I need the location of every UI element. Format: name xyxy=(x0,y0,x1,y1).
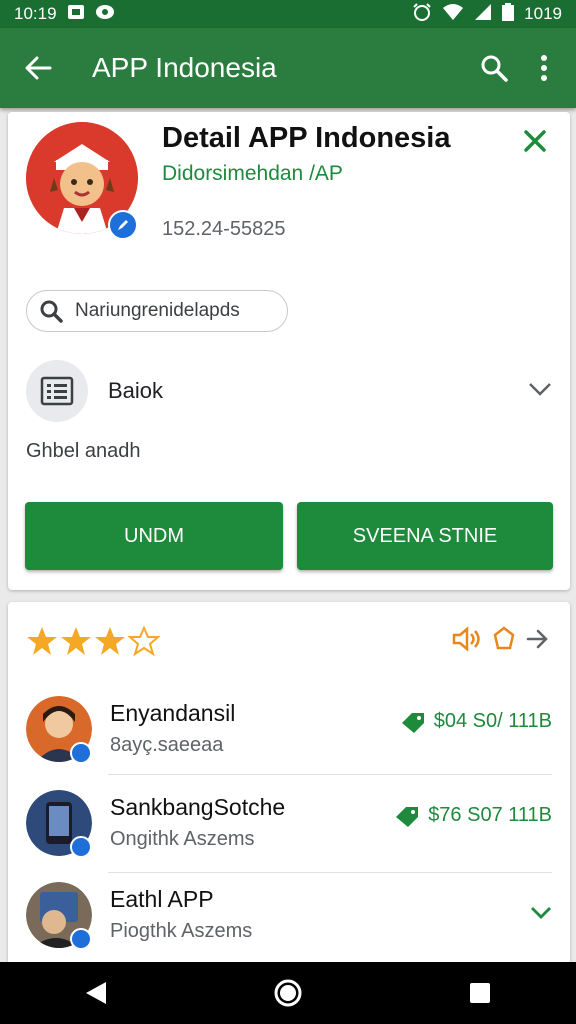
search-pill-label: Nariungrenidelapds xyxy=(75,300,240,321)
star-filled-icon xyxy=(61,627,91,655)
search-button[interactable] xyxy=(476,50,512,86)
primary-action-left-button[interactable]: UNDM xyxy=(25,502,283,570)
developer-link[interactable]: Didorsimehdan /AP xyxy=(162,162,343,186)
app-bar-title: APP Indonesia xyxy=(92,52,277,83)
nav-back-button[interactable] xyxy=(66,963,126,1023)
arrow-right-icon[interactable] xyxy=(526,628,550,655)
wifi-icon xyxy=(442,3,464,26)
search-pill[interactable]: Nariungrenidelapds xyxy=(26,290,288,332)
search-icon xyxy=(481,55,508,82)
search-icon xyxy=(40,300,63,323)
verified-badge xyxy=(70,928,92,950)
star-filled-icon xyxy=(95,627,125,655)
verified-badge xyxy=(108,210,138,240)
tag-icon xyxy=(396,806,419,827)
chevron-down-icon xyxy=(531,907,551,919)
app-bar: APP Indonesia xyxy=(0,28,576,108)
back-button[interactable] xyxy=(20,50,56,86)
volume-icon[interactable] xyxy=(452,626,482,657)
list-item-name: Eathl APP xyxy=(110,886,214,912)
app-id-number: 152.24-55825 xyxy=(162,218,286,240)
tag-outline-icon[interactable] xyxy=(492,626,516,657)
rating-actions xyxy=(452,626,550,657)
category-selector[interactable]: Baiok xyxy=(26,360,552,422)
chevron-down-icon xyxy=(528,382,552,401)
ratings-card: Enyandansil 8ayç.saeeaa $04 S0/ 111B San… xyxy=(8,602,570,962)
list-item-sub: Piogthk Aszems xyxy=(110,920,253,942)
list-icon xyxy=(40,376,74,406)
more-options-button[interactable] xyxy=(526,50,562,86)
list-item[interactable]: SankbangSotche Ongithk Aszems $76 S07 11… xyxy=(26,790,552,880)
list-item-name: SankbangSotche xyxy=(110,794,286,820)
status-right-text: 1019 xyxy=(524,4,562,23)
star-filled-icon xyxy=(27,627,57,655)
alarm-icon xyxy=(412,2,432,26)
status-time: 10:19 xyxy=(14,4,57,23)
close-button[interactable] xyxy=(520,126,550,156)
price-label: $76 S07 111B xyxy=(428,804,552,826)
list-item[interactable]: Enyandansil 8ayç.saeeaa $04 S0/ 111B xyxy=(26,696,552,786)
nav-recents-button[interactable] xyxy=(450,963,510,1023)
edit-icon xyxy=(118,220,128,230)
verified-badge xyxy=(70,742,92,764)
close-icon xyxy=(524,130,546,152)
list-item-price: $04 S0/ 111B xyxy=(400,710,552,733)
list-item[interactable]: Eathl APP Piogthk Aszems xyxy=(26,882,552,972)
battery-icon xyxy=(502,2,515,26)
star-rating[interactable] xyxy=(26,626,160,656)
star-outline-icon xyxy=(128,626,160,656)
divider xyxy=(108,774,552,775)
detail-subtext: Ghbel anadh xyxy=(26,440,141,462)
list-item-sub: Ongithk Aszems xyxy=(110,828,255,850)
arrow-left-icon xyxy=(25,56,52,80)
system-nav-bar xyxy=(0,962,576,1024)
circle-home-icon xyxy=(274,979,302,1007)
verified-badge xyxy=(70,836,92,858)
divider xyxy=(108,872,552,873)
more-vert-icon xyxy=(541,55,547,81)
status-bar: 10:19 1019 xyxy=(0,0,576,28)
list-item-sub: 8ayç.saeeaa xyxy=(110,734,224,756)
media-icon xyxy=(95,4,115,25)
notification-icon xyxy=(67,4,85,25)
list-item-price: $76 S07 111B xyxy=(394,804,552,827)
expand-button[interactable] xyxy=(530,906,552,920)
triangle-back-icon xyxy=(86,982,106,1004)
tag-icon xyxy=(401,712,424,733)
price-label: $04 S0/ 111B xyxy=(433,710,552,732)
detail-card: Detail APP Indonesia Didorsimehdan /AP 1… xyxy=(8,112,570,590)
square-recents-icon xyxy=(470,983,490,1003)
signal-icon xyxy=(474,3,492,26)
list-item-name: Enyandansil xyxy=(110,700,236,726)
list-icon-container xyxy=(26,360,88,422)
primary-action-right-button[interactable]: SVEENA STNIE xyxy=(297,502,553,570)
category-label: Baiok xyxy=(108,378,164,403)
app-detail-title: Detail APP Indonesia xyxy=(162,122,451,154)
nav-home-button[interactable] xyxy=(258,963,318,1023)
